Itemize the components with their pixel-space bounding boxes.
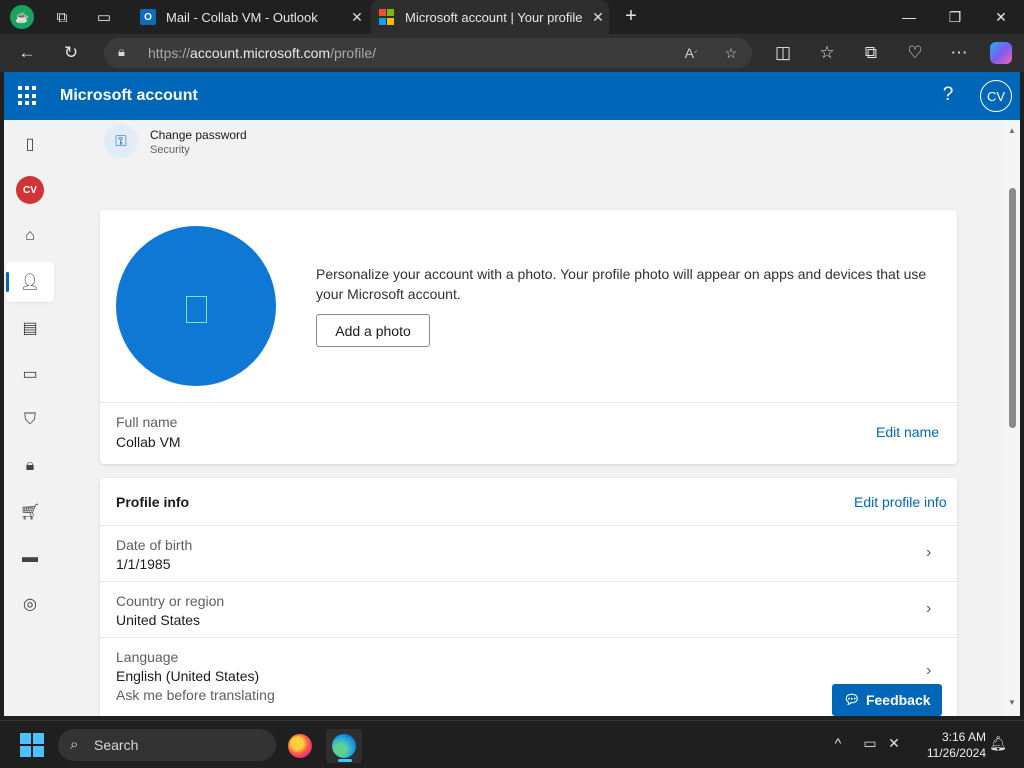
photo-placeholder-icon: [186, 296, 207, 323]
change-password-title: Change password: [150, 128, 247, 142]
profile-icon[interactable]: ☕: [9, 5, 35, 29]
edge-icon[interactable]: [326, 729, 362, 763]
display-icon[interactable]: ▭: [860, 735, 880, 755]
start-button[interactable]: [20, 733, 44, 757]
edit-profile-info-link[interactable]: Edit profile info: [854, 494, 947, 510]
copilot-icon[interactable]: [988, 41, 1014, 65]
split-screen-icon[interactable]: ◫: [770, 41, 796, 65]
orders-icon[interactable]: ▤: [6, 308, 54, 348]
account-avatar[interactable]: CV: [980, 80, 1012, 112]
home-icon[interactable]: ⌂: [6, 216, 54, 256]
full-name-value: Collab VM: [116, 434, 181, 450]
lock-icon[interactable]: 🔒︎: [118, 44, 134, 62]
tab-title: Mail - Collab VM - Outlook: [166, 9, 318, 25]
close-window-button[interactable]: ✕: [978, 0, 1024, 34]
time-text: 3:16 AM: [941, 730, 986, 744]
row-value: United States: [116, 612, 201, 628]
notification-bell-icon[interactable]: 🔔︎: [988, 735, 1008, 755]
avatar: CV: [16, 176, 44, 204]
search-icon: ⌕: [70, 736, 79, 753]
add-photo-button[interactable]: Add a photo: [316, 314, 430, 347]
address-bar[interactable]: 🔒︎ https://account.microsoft.com/profile…: [104, 38, 752, 68]
row-value: English (United States): [116, 668, 260, 684]
row-value: 1/1/1985: [116, 556, 171, 572]
left-nav: ▯ CV ⌂ 👤︎ ▤ ▭ ⛉ 🔒︎ 🛒︎ ▬ ◎: [4, 120, 56, 716]
collections-icon[interactable]: ⧉: [858, 41, 884, 65]
favorites-icon[interactable]: ☆: [814, 41, 840, 65]
web-page: Microsoft account ? CV ▯ CV ⌂ 👤︎ ▤ ▭ ⛉ 🔒…: [4, 72, 1020, 716]
row-label: Language: [116, 649, 179, 665]
list-item-language[interactable]: Language English (United States) Ask me …: [100, 637, 957, 716]
payment-icon[interactable]: ▬: [6, 538, 54, 578]
main-content: ⚿ Change password Security Personalize y…: [56, 120, 1004, 716]
profile-icon[interactable]: 👤︎: [6, 262, 54, 302]
ms-account-header: Microsoft account ? CV: [4, 72, 1020, 120]
workspaces-icon[interactable]: ⧉: [49, 5, 75, 29]
profile-photo[interactable]: [116, 226, 276, 386]
profile-info-card: Profile info Edit profile info Date of b…: [100, 478, 957, 716]
microsoft-logo-icon: [379, 9, 395, 25]
app-launcher-icon[interactable]: [18, 86, 38, 106]
list-item-country[interactable]: Country or region United States ›: [100, 581, 957, 637]
lock-icon[interactable]: 🔒︎: [6, 446, 54, 486]
read-aloud-icon[interactable]: Aᐟ: [680, 43, 702, 63]
shield-icon[interactable]: ⛉: [6, 400, 54, 440]
feedback-label: Feedback: [865, 692, 931, 708]
back-button[interactable]: ←: [14, 41, 40, 65]
clock[interactable]: 3:16 AM 11/26/2024: [910, 729, 986, 761]
close-tab-icon[interactable]: ✕: [587, 9, 609, 26]
more-icon[interactable]: ⋯: [946, 41, 972, 65]
browser-essentials-icon[interactable]: ♡: [902, 41, 928, 65]
chevron-right-icon: ›: [926, 600, 932, 617]
full-name-label: Full name: [116, 414, 178, 430]
sidebar-avatar[interactable]: CV: [6, 170, 54, 210]
tab-actions-icon[interactable]: ▭: [91, 5, 117, 29]
scroll-up-icon[interactable]: ▲: [1008, 126, 1016, 135]
brand-title[interactable]: Microsoft account: [60, 87, 198, 105]
date-text: 11/26/2024: [926, 746, 986, 760]
key-icon: ⚿: [104, 124, 138, 158]
chevron-right-icon: ›: [926, 662, 932, 679]
cart-icon[interactable]: 🛒︎: [6, 492, 54, 532]
scrollbar[interactable]: ▲ ▼: [1005, 120, 1020, 716]
restore-button[interactable]: ❐: [932, 0, 978, 34]
new-tab-button[interactable]: +: [619, 6, 643, 28]
firefox-icon[interactable]: [282, 729, 318, 763]
row-label: Date of birth: [116, 537, 193, 553]
row-label: Country or region: [116, 593, 225, 609]
chevron-up-icon[interactable]: ^: [828, 735, 848, 755]
close-tab-icon[interactable]: ✕: [346, 9, 368, 26]
outlook-icon: O: [140, 9, 156, 25]
profile-info-heading: Profile info: [116, 494, 190, 510]
browser-titlebar: ☕ ⧉ ▭ O Mail - Collab VM - Outlook ✕ Mic…: [0, 0, 1024, 34]
list-item-date-of-birth[interactable]: Date of birth 1/1/1985 ›: [100, 525, 957, 581]
divider: [100, 402, 957, 403]
star-icon[interactable]: ☆: [720, 43, 742, 63]
devices-icon[interactable]: ▭: [6, 354, 54, 394]
profile-photo-card: Personalize your account with a photo. Y…: [100, 210, 957, 464]
change-password-subtitle: Security: [150, 144, 190, 156]
search-placeholder: Search: [94, 737, 139, 753]
scrollbar-thumb[interactable]: [1009, 188, 1016, 428]
phone-icon[interactable]: ▯: [6, 124, 54, 164]
chat-icon: 💬︎: [843, 692, 860, 707]
taskbar: ⌕ Search ^ ▭ ✕ 3:16 AM 11/26/2024 🔔︎: [0, 720, 1024, 768]
feedback-button[interactable]: 💬︎ Feedback: [832, 684, 942, 716]
taskbar-search[interactable]: ⌕ Search: [58, 729, 276, 761]
row-subvalue: Ask me before translating: [116, 687, 275, 703]
location-icon[interactable]: ◎: [6, 584, 54, 624]
chevron-right-icon: ›: [926, 544, 932, 561]
scroll-down-icon[interactable]: ▼: [1008, 698, 1016, 707]
tab-title: Microsoft account | Your profile: [405, 9, 583, 25]
browser-toolbar: ← ↻ 🔒︎ https://account.microsoft.com/pro…: [0, 34, 1024, 72]
minimize-button[interactable]: —: [886, 0, 932, 34]
volume-muted-icon[interactable]: ✕: [884, 735, 904, 755]
url-text[interactable]: https://account.microsoft.com/profile/: [148, 45, 376, 61]
tab-outlook[interactable]: O Mail - Collab VM - Outlook ✕: [132, 0, 368, 34]
help-icon[interactable]: ?: [938, 84, 958, 108]
edit-name-link[interactable]: Edit name: [876, 424, 939, 440]
photo-description: Personalize your account with a photo. Y…: [316, 266, 927, 302]
refresh-button[interactable]: ↻: [58, 41, 84, 65]
tab-microsoft-account[interactable]: Microsoft account | Your profile ✕: [371, 0, 609, 34]
